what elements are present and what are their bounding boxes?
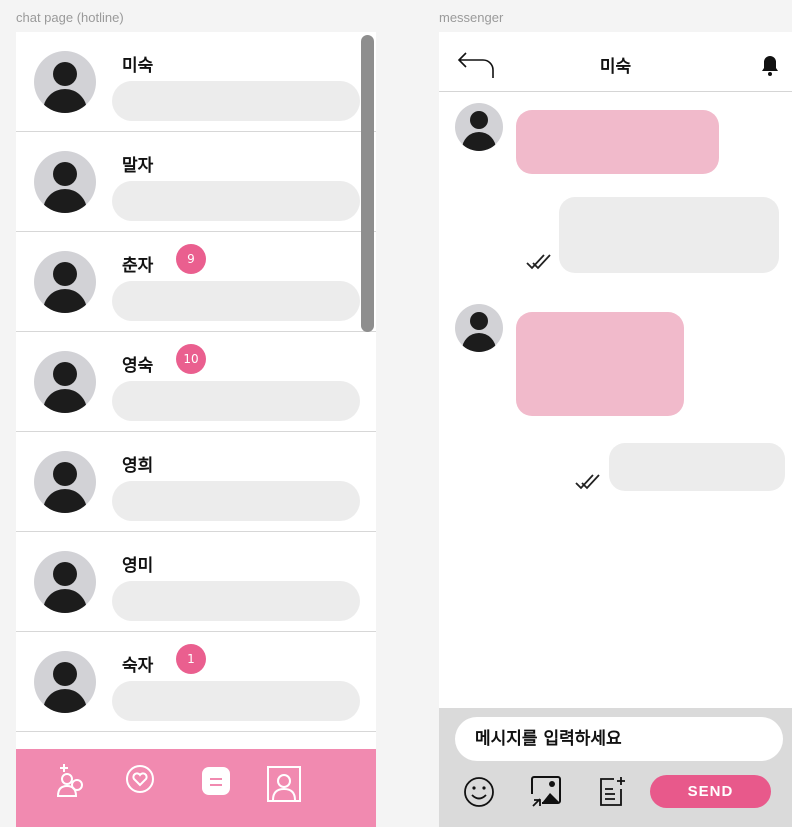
- bottom-nav: [16, 749, 376, 827]
- messenger-header: 미숙: [439, 32, 792, 92]
- message-preview: [112, 581, 360, 621]
- bell-icon[interactable]: [759, 54, 781, 76]
- avatar: [34, 351, 96, 413]
- send-button[interactable]: SEND: [650, 775, 771, 808]
- chat-list-item[interactable]: 미숙: [16, 32, 376, 132]
- chat-list-item[interactable]: 말자: [16, 132, 376, 232]
- chat-name: 말자: [122, 156, 154, 176]
- avatar: [34, 451, 96, 513]
- outgoing-message-bubble: [609, 443, 785, 491]
- chat-title: 미숙: [599, 57, 632, 77]
- chat-name: 숙자: [122, 656, 154, 676]
- note-add-icon[interactable]: [594, 774, 630, 810]
- message-preview: [112, 281, 360, 321]
- message-preview: [112, 481, 360, 521]
- chat-name: 춘자: [122, 256, 154, 276]
- message-preview: [112, 181, 360, 221]
- chat-list-panel: 미숙 말자 춘자 9 영숙 10 영희 영미 숙자 1: [16, 32, 376, 827]
- chat-list-item[interactable]: 영희: [16, 432, 376, 532]
- avatar: [34, 251, 96, 313]
- avatar: [34, 151, 96, 213]
- avatar: [34, 651, 96, 713]
- messenger-frame-label: messenger: [439, 10, 504, 25]
- chat-list-item[interactable]: 숙자 1: [16, 632, 376, 732]
- chat-list-item[interactable]: 영미: [16, 532, 376, 632]
- chat-page-frame-label: chat page (hotline): [16, 10, 124, 25]
- incoming-message-bubble: [516, 312, 684, 416]
- avatar: [455, 103, 503, 151]
- heart-icon[interactable]: [120, 763, 160, 807]
- emoji-icon[interactable]: [461, 774, 497, 810]
- read-check-icon: [525, 252, 553, 272]
- unread-badge: 10: [176, 344, 206, 374]
- profile-icon[interactable]: [264, 763, 304, 807]
- message-preview: [112, 681, 360, 721]
- messenger-panel: 미숙 메시지를 입력하세요 SEND: [439, 32, 792, 827]
- message-input[interactable]: 메시지를 입력하세요: [455, 717, 783, 761]
- avatar: [34, 51, 96, 113]
- chat-name: 영미: [122, 556, 154, 576]
- people-search-icon[interactable]: [50, 763, 90, 807]
- chat-name: 영희: [122, 456, 154, 476]
- message-preview: [112, 381, 360, 421]
- chat-list-item[interactable]: 춘자 9: [16, 232, 376, 332]
- incoming-message-bubble: [516, 110, 719, 174]
- chat-icon[interactable]: [196, 763, 236, 807]
- message-composer: 메시지를 입력하세요 SEND: [439, 708, 792, 827]
- message-preview: [112, 81, 360, 121]
- outgoing-message-bubble: [559, 197, 779, 273]
- chat-list-item[interactable]: 영숙 10: [16, 332, 376, 432]
- read-check-icon: [574, 472, 602, 492]
- scrollbar-thumb[interactable]: [361, 35, 374, 332]
- chat-name: 미숙: [122, 56, 154, 76]
- chat-name: 영숙: [122, 356, 154, 376]
- unread-badge: 9: [176, 244, 206, 274]
- avatar: [455, 304, 503, 352]
- unread-badge: 1: [176, 644, 206, 674]
- avatar: [34, 551, 96, 613]
- image-icon[interactable]: [528, 774, 564, 810]
